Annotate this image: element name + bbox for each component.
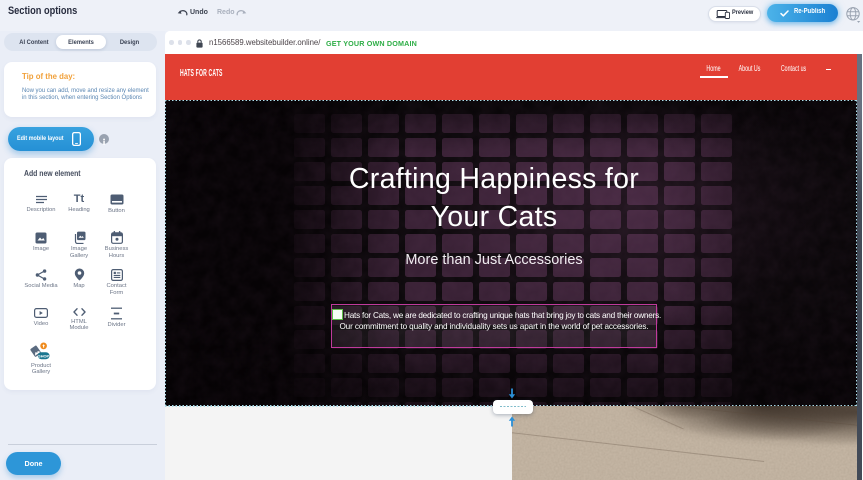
svg-text:SHOP: SHOP [38,353,49,358]
